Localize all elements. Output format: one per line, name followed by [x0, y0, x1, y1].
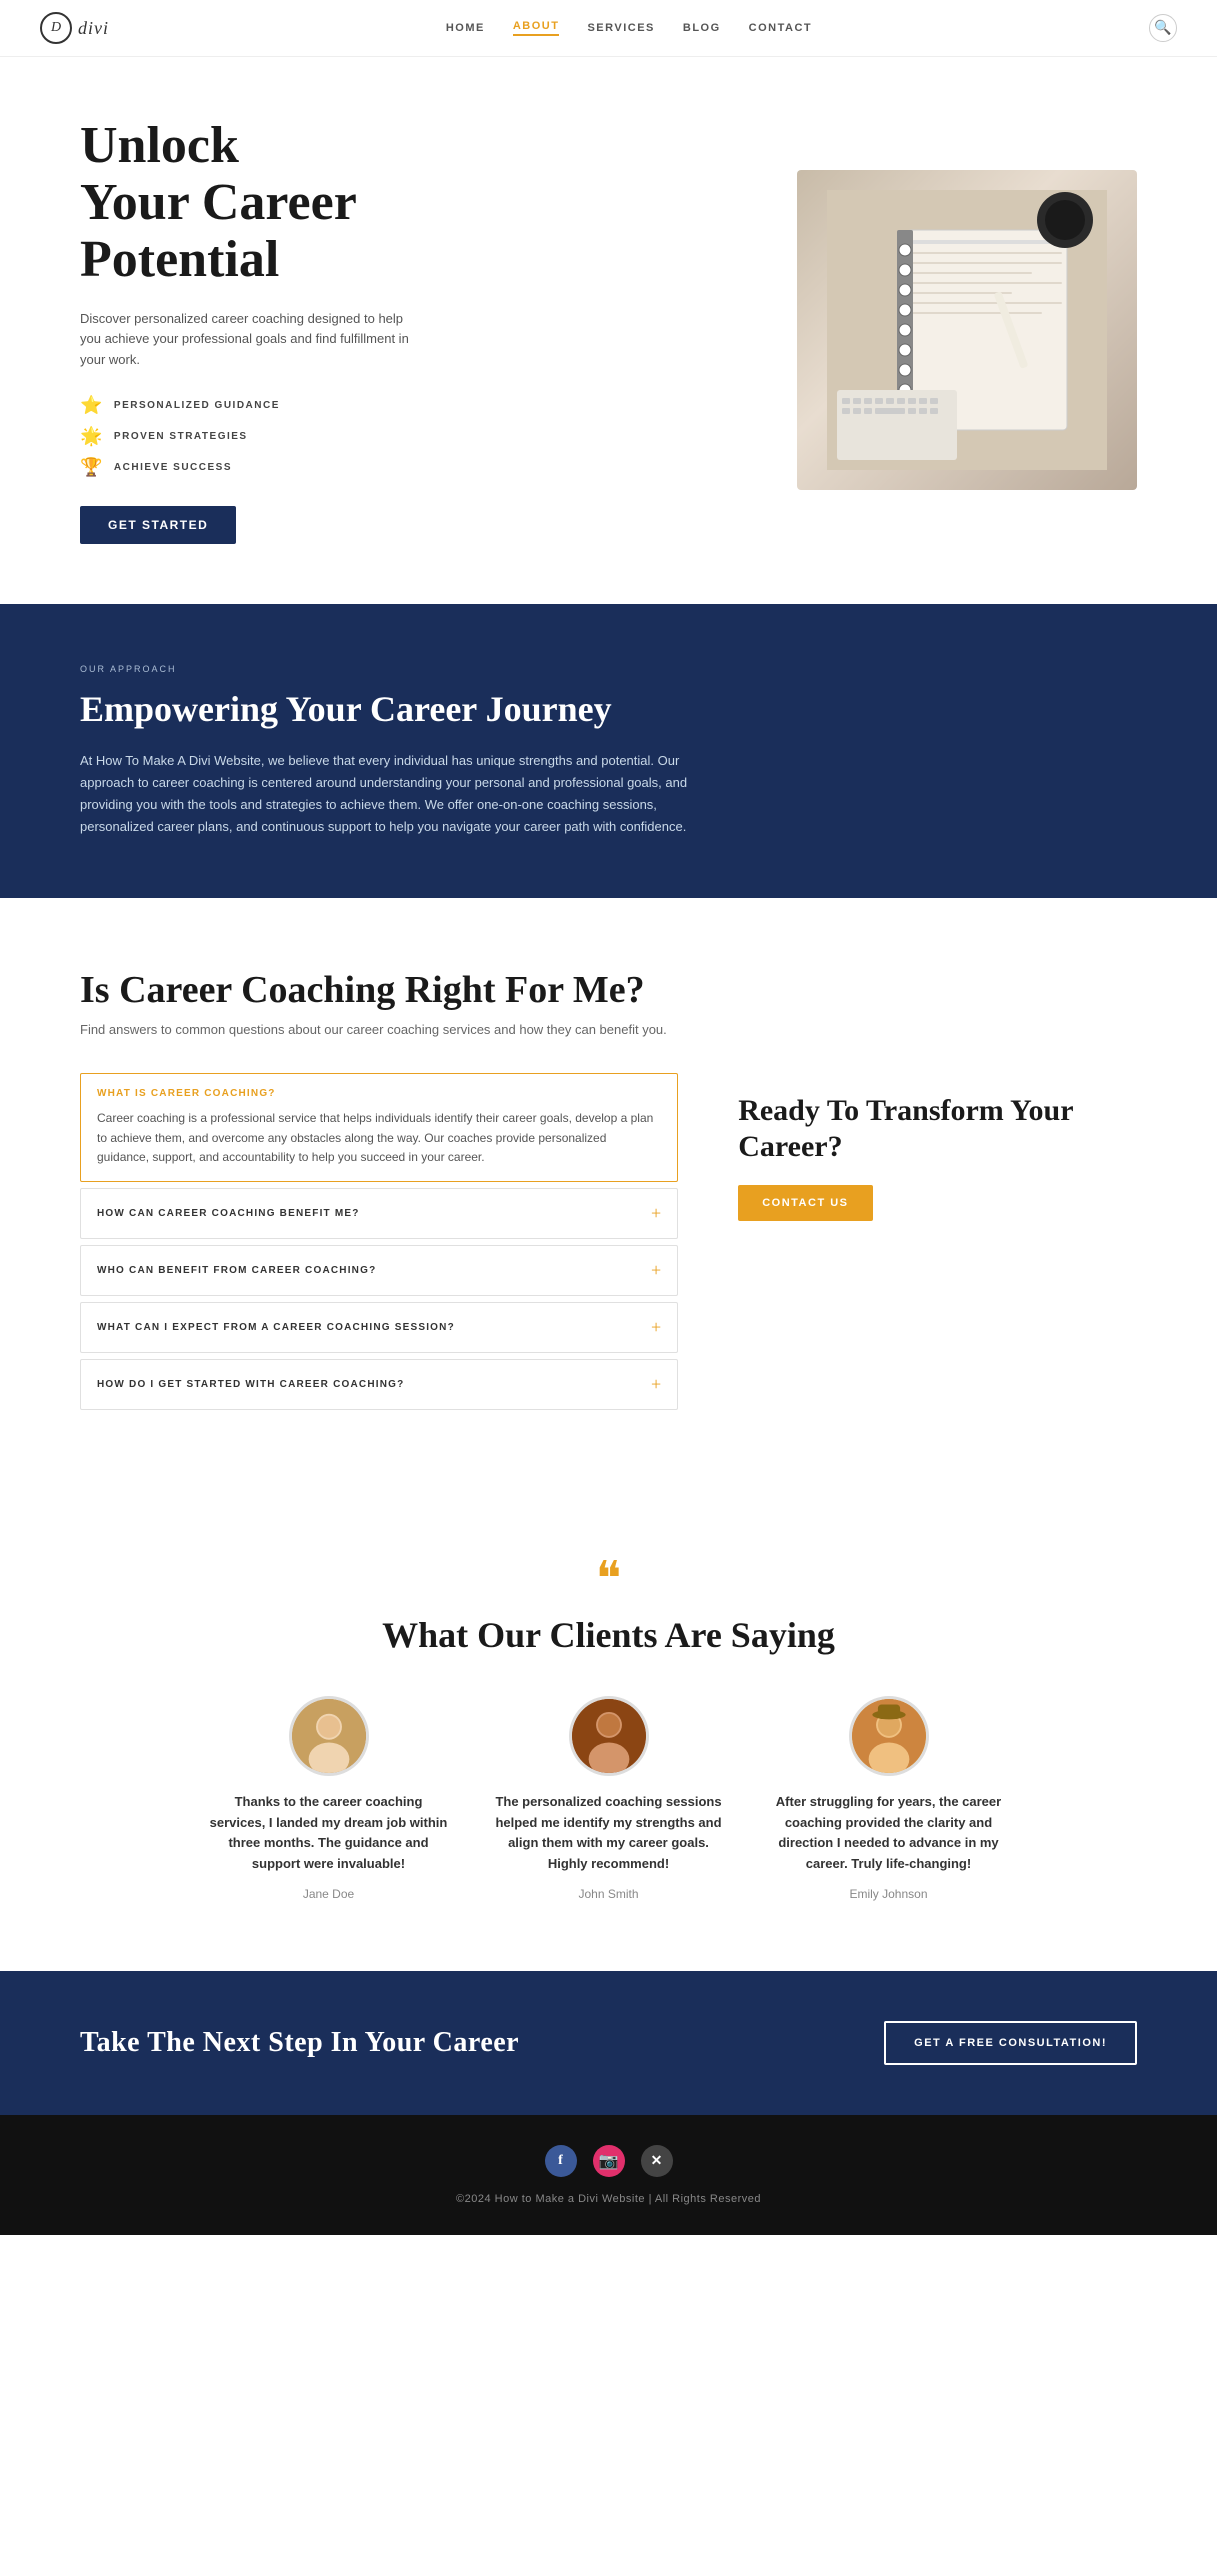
get-started-button[interactable]: Get Started — [80, 506, 236, 544]
search-icon[interactable]: 🔍 — [1149, 14, 1177, 42]
testimonial-1: Thanks to the career coaching services, … — [209, 1696, 449, 1901]
faq-header-5[interactable]: How do I get started with career coachin… — [81, 1360, 677, 1409]
logo-circle: D — [40, 12, 72, 44]
approach-label: Our Approach — [80, 664, 1137, 674]
testimonial-2: The personalized coaching sessions helpe… — [489, 1696, 729, 1901]
hero-photo — [797, 170, 1137, 490]
faq-subtitle: Find answers to common questions about o… — [80, 1022, 1137, 1037]
navbar: D divi Home About Services Blog Contact … — [0, 0, 1217, 57]
nav-services[interactable]: Services — [587, 22, 654, 34]
quote-icon: ❝ — [60, 1556, 1157, 1604]
faq-title: Is Career Coaching Right for Me? — [80, 968, 1137, 1012]
faq-plus-icon-3: + — [651, 1260, 661, 1281]
feature-label-3: Achieve Success — [114, 462, 232, 473]
facebook-icon[interactable]: f — [545, 2145, 577, 2177]
star-icon-1: ⭐ — [80, 395, 104, 416]
faq-plus-icon-2: + — [651, 1203, 661, 1224]
avatar-1 — [289, 1696, 369, 1776]
ready-box: Ready to Transform Your Career? Contact … — [738, 1083, 1137, 1231]
faq-plus-icon-5: + — [651, 1374, 661, 1395]
testimonials-title: What Our Clients Are Saying — [60, 1614, 1157, 1656]
faq-questions: What is career coaching? Career coaching… — [80, 1073, 678, 1416]
logo-text: divi — [78, 18, 109, 39]
faq-question-1: What is career coaching? — [97, 1088, 276, 1099]
hero-image — [797, 170, 1137, 490]
approach-section: Our Approach Empowering Your Career Jour… — [0, 604, 1217, 898]
faq-section: Is Career Coaching Right for Me? Find an… — [0, 898, 1217, 1486]
hero-features: ⭐ Personalized Guidance 🌟 Proven Strateg… — [80, 395, 737, 478]
feature-label-1: Personalized Guidance — [114, 400, 280, 411]
footer-social: f 📷 ✕ — [40, 2145, 1177, 2177]
faq-header-4[interactable]: What can I expect from a career coaching… — [81, 1303, 677, 1352]
approach-text: At How To Make A Divi Website, we believ… — [80, 750, 720, 838]
faq-item-2: How can career coaching benefit me? + — [80, 1188, 678, 1239]
approach-title: Empowering Your Career Journey — [80, 688, 1137, 730]
testimonial-text-1: Thanks to the career coaching services, … — [209, 1792, 449, 1875]
footer: f 📷 ✕ ©2024 How to Make a Divi Website |… — [0, 2115, 1217, 2235]
faq-question-2: How can career coaching benefit me? — [97, 1208, 360, 1219]
testimonial-name-1: Jane Doe — [209, 1887, 449, 1901]
testimonial-name-3: Emily Johnson — [769, 1887, 1009, 1901]
footer-copyright: ©2024 How to Make a Divi Website | All R… — [40, 2193, 1177, 2205]
free-consultation-button[interactable]: Get A Free Consultation! — [884, 2021, 1137, 2065]
testimonial-3: After struggling for years, the career c… — [769, 1696, 1009, 1901]
hero-section: UnlockYour CareerPotential Discover pers… — [0, 57, 1217, 604]
feature-label-2: Proven Strategies — [114, 431, 248, 442]
faq-answer-1: Career coaching is a professional servic… — [81, 1103, 677, 1181]
hero-subtitle: Discover personalized career coaching de… — [80, 309, 420, 371]
testimonials-section: ❝ What Our Clients Are Saying Thanks to … — [0, 1486, 1217, 1971]
logo[interactable]: D divi — [40, 12, 109, 44]
hero-title: UnlockYour CareerPotential — [80, 117, 737, 289]
testimonial-name-2: John Smith — [489, 1887, 729, 1901]
nav-blog[interactable]: Blog — [683, 22, 721, 34]
faq-question-3: Who can benefit from career coaching? — [97, 1265, 376, 1276]
hero-content: UnlockYour CareerPotential Discover pers… — [80, 117, 737, 544]
testimonial-text-3: After struggling for years, the career c… — [769, 1792, 1009, 1875]
nav-links: Home About Services Blog Contact — [446, 20, 812, 36]
instagram-icon[interactable]: 📷 — [593, 2145, 625, 2177]
feature-3: 🏆 Achieve Success — [80, 457, 737, 478]
feature-1: ⭐ Personalized Guidance — [80, 395, 737, 416]
faq-header-3[interactable]: Who can benefit from career coaching? + — [81, 1246, 677, 1295]
hero-photo-placeholder — [797, 170, 1137, 490]
contact-us-button[interactable]: Contact Us — [738, 1185, 872, 1221]
faq-cta-box: Ready to Transform Your Career? Contact … — [738, 1073, 1137, 1416]
cta-banner: Take the Next Step in Your Career Get A … — [0, 1971, 1217, 2115]
faq-layout: What is career coaching? Career coaching… — [80, 1073, 1137, 1416]
faq-question-5: How do I get started with career coachin… — [97, 1379, 404, 1390]
faq-item-3: Who can benefit from career coaching? + — [80, 1245, 678, 1296]
faq-item-4: What can I expect from a career coaching… — [80, 1302, 678, 1353]
ready-title: Ready to Transform Your Career? — [738, 1093, 1137, 1165]
faq-header-1[interactable]: What is career coaching? — [81, 1074, 677, 1103]
nav-home[interactable]: Home — [446, 22, 485, 34]
avatar-image-1 — [292, 1699, 366, 1773]
faq-plus-icon-4: + — [651, 1317, 661, 1338]
trophy-icon: 🏆 — [80, 457, 104, 478]
avatar-image-3 — [852, 1699, 926, 1773]
avatar-3 — [849, 1696, 929, 1776]
nav-contact[interactable]: Contact — [749, 22, 812, 34]
faq-item-5: How do I get started with career coachin… — [80, 1359, 678, 1410]
cta-text: Take the Next Step in Your Career — [80, 2027, 519, 2059]
avatar-image-2 — [572, 1699, 646, 1773]
avatar-2 — [569, 1696, 649, 1776]
testimonials-grid: Thanks to the career coaching services, … — [60, 1696, 1157, 1901]
x-twitter-icon[interactable]: ✕ — [641, 2145, 673, 2177]
faq-question-4: What can I expect from a career coaching… — [97, 1322, 455, 1333]
feature-2: 🌟 Proven Strategies — [80, 426, 737, 447]
faq-header-2[interactable]: How can career coaching benefit me? + — [81, 1189, 677, 1238]
faq-item-1: What is career coaching? Career coaching… — [80, 1073, 678, 1182]
testimonial-text-2: The personalized coaching sessions helpe… — [489, 1792, 729, 1875]
nav-about[interactable]: About — [513, 20, 560, 36]
star-icon-2: 🌟 — [80, 426, 104, 447]
